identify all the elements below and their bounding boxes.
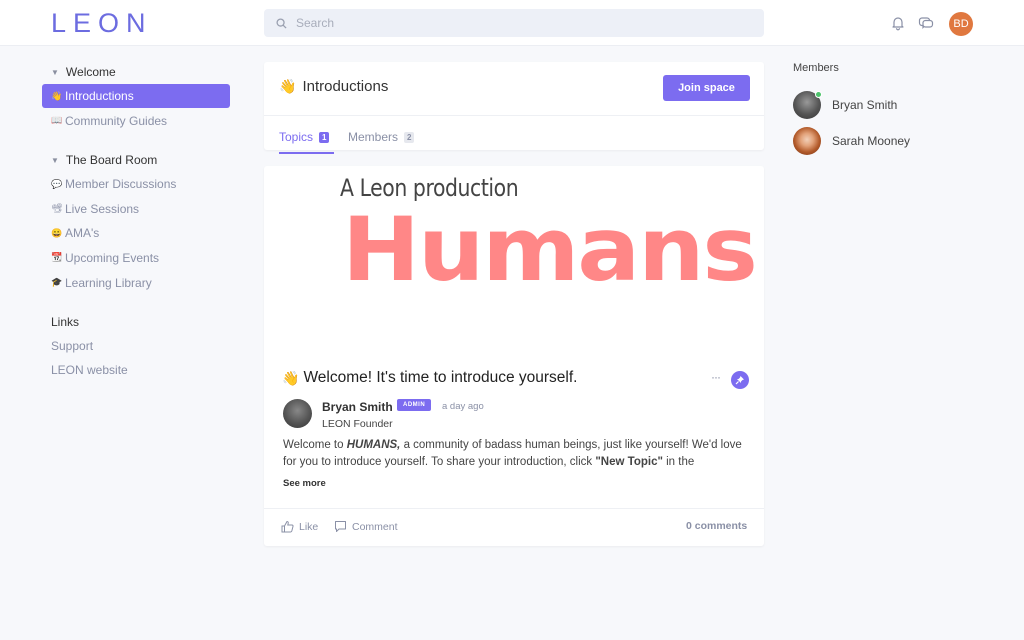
- tab-members[interactable]: Members 2: [348, 126, 415, 148]
- space-title: 👋 Introductions: [279, 78, 388, 95]
- waving-hand-icon: 👋: [51, 90, 63, 101]
- comment-button[interactable]: Comment: [334, 520, 398, 533]
- members-panel: Members Bryan Smith Sarah Mooney: [793, 62, 993, 159]
- member-avatar: [793, 91, 822, 119]
- author-role: LEON Founder: [322, 418, 393, 430]
- pin-icon: [735, 376, 744, 385]
- sidebar-item-member-discussions[interactable]: 💬 Member Discussions: [42, 172, 230, 196]
- sidebar: ▼ Welcome 👋 Introductions 📖 Community Gu…: [42, 60, 230, 382]
- more-options-icon[interactable]: ···: [711, 370, 721, 384]
- logo[interactable]: LEON: [51, 8, 153, 39]
- smiley-icon: 😀: [51, 227, 63, 238]
- join-space-button[interactable]: Join space: [663, 75, 750, 101]
- pin-button[interactable]: [731, 371, 749, 389]
- post-title-text: Welcome! It's time to introduce yourself…: [303, 369, 578, 386]
- top-bar: LEON BD: [0, 0, 1024, 46]
- comment-icon: [335, 521, 346, 532]
- search-input[interactable]: [296, 16, 736, 30]
- sidebar-item-label: AMA's: [65, 226, 100, 241]
- see-more-link[interactable]: See more: [283, 478, 326, 489]
- section-title: Welcome: [65, 65, 116, 79]
- waving-hand-icon: 👋: [279, 78, 297, 94]
- member-name: Bryan Smith: [832, 98, 898, 112]
- like-label: Like: [299, 520, 319, 533]
- divider: [264, 115, 764, 116]
- post-body: Welcome to HUMANS, a community of badass…: [283, 437, 748, 471]
- member-name: Sarah Mooney: [832, 134, 911, 148]
- waving-hand-icon: 👋: [282, 369, 300, 386]
- cover-image: A Leon production Humans: [264, 166, 764, 356]
- search-icon: [276, 17, 287, 29]
- sidebar-item-label: Community Guides: [65, 113, 168, 128]
- caret-down-icon: ▼: [51, 67, 59, 77]
- section-board-room[interactable]: ▼ The Board Room: [42, 148, 230, 172]
- graduation-cap-icon: 🎓: [51, 277, 63, 288]
- tab-topics[interactable]: Topics 1: [279, 126, 335, 154]
- count-badge: 1: [319, 131, 330, 143]
- members-heading: Members: [793, 62, 839, 74]
- speech-bubble-icon: 💬: [51, 178, 63, 189]
- bell-icon[interactable]: [890, 15, 906, 31]
- body-text: in the: [662, 456, 695, 468]
- tab-label: Topics: [279, 130, 314, 144]
- member-item[interactable]: Sarah Mooney: [793, 123, 993, 159]
- caret-down-icon: ▼: [51, 155, 59, 165]
- link-support[interactable]: Support: [42, 334, 230, 358]
- admin-badge: ADMIN: [397, 399, 432, 411]
- author-avatar[interactable]: [283, 399, 312, 428]
- sidebar-item-community-guides[interactable]: 📖 Community Guides: [42, 109, 230, 133]
- thumbs-up-icon: [281, 520, 294, 533]
- topic-post: A Leon production Humans 👋 Welcome! It's…: [264, 166, 764, 546]
- sidebar-item-label: Introductions: [65, 89, 134, 103]
- body-strong: "New Topic": [595, 456, 663, 468]
- search-bar[interactable]: [264, 9, 764, 37]
- body-emphasis: HUMANS,: [346, 439, 401, 451]
- section-title: The Board Room: [65, 153, 158, 168]
- sidebar-item-label: Learning Library: [65, 275, 152, 290]
- count-badge: 2: [404, 131, 415, 143]
- space-header: 👋 Introductions Join space Topics 1 Memb…: [264, 62, 764, 154]
- author-name[interactable]: Bryan Smith: [322, 400, 393, 414]
- member-avatar: [793, 127, 821, 155]
- cover-title: Humans: [342, 198, 758, 301]
- tab-label: Members: [348, 130, 399, 144]
- sidebar-item-learning-library[interactable]: 🎓 Learning Library: [42, 271, 230, 295]
- user-avatar[interactable]: BD: [949, 12, 973, 36]
- online-status-dot: [815, 91, 822, 98]
- like-button[interactable]: Like: [281, 520, 318, 533]
- links-heading: Links: [51, 315, 80, 330]
- post-title[interactable]: 👋 Welcome! It's time to introduce yourse…: [282, 369, 577, 387]
- sidebar-item-label: Member Discussions: [65, 177, 177, 192]
- sidebar-item-upcoming-events[interactable]: 📆 Upcoming Events: [42, 246, 230, 270]
- projector-icon: 📽: [51, 203, 63, 214]
- calendar-icon: 📆: [51, 252, 63, 263]
- member-item[interactable]: Bryan Smith: [793, 87, 993, 123]
- comments-count[interactable]: 0 comments: [686, 520, 747, 532]
- book-icon: 📖: [51, 115, 63, 126]
- section-welcome[interactable]: ▼ Welcome: [42, 60, 230, 84]
- divider: [264, 508, 764, 509]
- sidebar-item-amas[interactable]: 😀 AMA's: [42, 221, 230, 245]
- post-timestamp: a day ago: [442, 401, 484, 412]
- sidebar-item-label: Upcoming Events: [65, 250, 160, 265]
- sidebar-item-live-sessions[interactable]: 📽 Live Sessions: [42, 197, 230, 221]
- sidebar-item-label: Live Sessions: [65, 201, 140, 216]
- chat-icon[interactable]: [918, 15, 934, 31]
- comment-label: Comment: [352, 520, 398, 533]
- link-leon-website[interactable]: LEON website: [42, 358, 230, 382]
- space-title-text: Introductions: [302, 78, 389, 95]
- sidebar-item-introductions[interactable]: 👋 Introductions: [42, 84, 230, 108]
- body-text: Welcome to: [283, 439, 347, 451]
